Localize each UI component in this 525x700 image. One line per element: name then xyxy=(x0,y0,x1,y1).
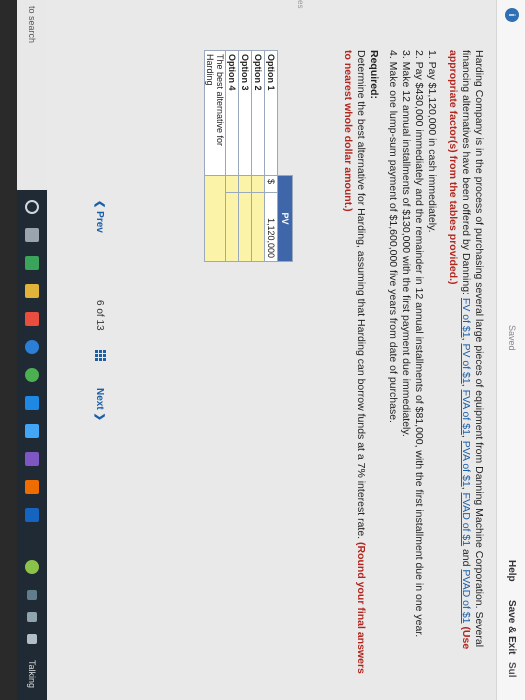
network-icon[interactable] xyxy=(27,612,37,622)
photos-icon[interactable] xyxy=(25,452,39,466)
volume-icon[interactable] xyxy=(27,634,37,644)
option-3-text: 3. Make 12 annual installments of $130,0… xyxy=(400,50,412,437)
required-text: Determine the best alternative for Hardi… xyxy=(342,50,367,674)
link-fva-of-1[interactable]: FVA of $1 xyxy=(460,390,472,435)
option-1-text: 1. Pay $1,120,000 in cash immediately. xyxy=(426,50,438,233)
windows-taskbar: to search Talking xyxy=(17,0,47,700)
taskbar-search[interactable]: to search xyxy=(17,0,47,190)
option-2-text: 2. Pay $430,000 immediately and the rema… xyxy=(413,50,425,638)
option-4-dollar-cell[interactable] xyxy=(225,175,239,193)
link-fv-of-1[interactable]: FV of $1 xyxy=(460,298,472,338)
required-heading: Required: xyxy=(368,50,380,100)
option-3-pv-input[interactable] xyxy=(238,192,252,262)
link-fvad-of-1[interactable]: FVAD of $1 xyxy=(460,493,472,547)
row-label-best-alternative: The best alternative for Harding xyxy=(204,50,226,176)
table-header-row: PV xyxy=(277,51,293,262)
pv-answer-table: PV Option 1 $ 1,120,000 Option 2 Option … xyxy=(204,50,293,262)
option-1-pv-value: 1,120,000 xyxy=(264,192,278,262)
option-4-text: 4. Make one lump-sum payment of $1,600,0… xyxy=(387,50,399,423)
store-icon[interactable] xyxy=(25,424,39,438)
option-3-dollar-cell[interactable] xyxy=(238,175,252,193)
table-row: The best alternative for Harding xyxy=(204,50,226,262)
cortana-icon[interactable] xyxy=(25,200,39,214)
question-pager: ❮ Prev 6 of 13 Next ❯ xyxy=(89,200,107,500)
link-pv-of-1[interactable]: PV of $1 xyxy=(460,343,472,383)
table-row: Option 4 xyxy=(225,50,239,262)
table-row: Option 2 xyxy=(251,50,265,262)
help-button[interactable]: Help xyxy=(506,560,517,582)
financing-options-list: 1. Pay $1,120,000 in cash immediately. 2… xyxy=(386,50,438,680)
desk-surface xyxy=(0,0,17,700)
best-alternative-select[interactable] xyxy=(204,175,226,262)
row-label-option-1: Option 1 xyxy=(264,50,278,176)
submit-button[interactable]: Sul xyxy=(506,662,517,678)
question-intro: Harding Company is in the process of pur… xyxy=(447,50,485,650)
mail-icon[interactable] xyxy=(25,396,39,410)
saved-status: Saved xyxy=(507,325,517,351)
question-content: Harding Company is in the process of pur… xyxy=(341,50,485,680)
rotated-screen: i Saved Help Save & Exit Sul es Harding … xyxy=(0,0,525,700)
chrome-icon[interactable] xyxy=(25,368,39,382)
info-icon[interactable]: i xyxy=(505,8,519,22)
table-row: Option 3 xyxy=(238,50,252,262)
next-button[interactable]: Next ❯ xyxy=(94,388,105,421)
app-top-bar: i Saved Help Save & Exit Sul xyxy=(496,0,525,700)
office-icon[interactable] xyxy=(25,312,39,326)
table-row: Option 1 $ 1,120,000 xyxy=(264,50,278,262)
task-view-icon[interactable] xyxy=(25,228,39,242)
save-exit-button[interactable]: Save & Exit xyxy=(506,600,517,654)
option-4-pv-input[interactable] xyxy=(225,192,239,262)
link-pvad-of-1[interactable]: PVAD of $1 xyxy=(460,569,472,623)
question-grid-icon[interactable] xyxy=(92,350,106,364)
row-label-option-3: Option 3 xyxy=(238,50,252,176)
option-2-dollar-cell[interactable] xyxy=(251,175,265,193)
pv-column-header: PV xyxy=(277,175,293,262)
file-explorer-icon[interactable] xyxy=(25,284,39,298)
talking-indicator: Talking xyxy=(27,660,37,689)
media-icon[interactable] xyxy=(25,480,39,494)
edge-browser-icon[interactable] xyxy=(25,340,39,354)
page-indicator: 6 of 13 xyxy=(94,300,105,331)
row-label-option-2: Option 2 xyxy=(251,50,265,176)
row-label-option-4: Option 4 xyxy=(225,50,239,176)
battery-icon xyxy=(27,590,37,600)
app-icon[interactable] xyxy=(25,256,39,270)
user-avatar-icon[interactable] xyxy=(25,560,39,574)
dollar-sign: $ xyxy=(264,175,278,193)
header-spacer xyxy=(278,51,293,176)
option-2-pv-input[interactable] xyxy=(251,192,265,262)
prev-button[interactable]: ❮ Prev xyxy=(94,200,105,233)
link-pva-of-1[interactable]: PVA of $1 xyxy=(460,441,472,487)
word-icon[interactable] xyxy=(25,508,39,522)
edge-text-fragment: es xyxy=(296,0,305,9)
